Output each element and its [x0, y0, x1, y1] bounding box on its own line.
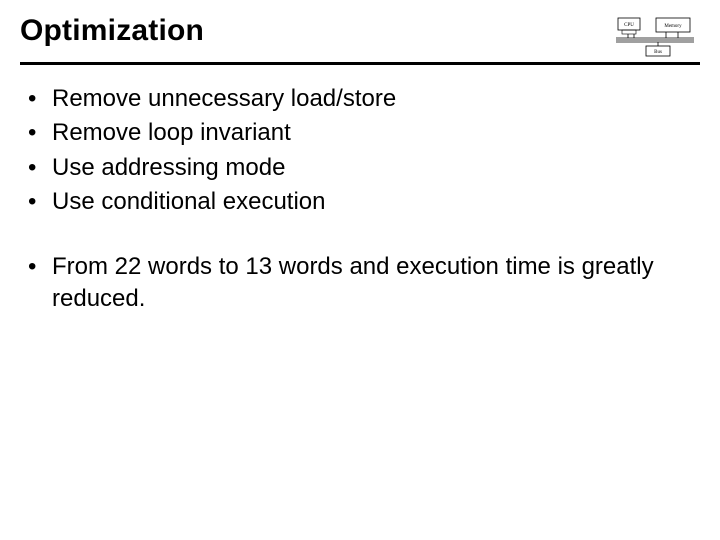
- list-item: Use addressing mode: [26, 152, 700, 184]
- title-row: Optimization CPU Memory Bus: [20, 14, 700, 60]
- spacer: [20, 221, 700, 249]
- bullets-group-1: Remove unnecessary load/store Remove loo…: [20, 83, 700, 219]
- diagram-bus-label: Bus: [654, 50, 662, 55]
- architecture-diagram-icon: CPU Memory Bus: [616, 16, 694, 60]
- list-item: Use conditional execution: [26, 186, 700, 218]
- slide-optimization: Optimization CPU Memory Bus Re: [0, 0, 720, 540]
- diagram-cpu-label: CPU: [624, 23, 634, 28]
- bullets-group-2: From 22 words to 13 words and execution …: [20, 251, 700, 316]
- page-title: Optimization: [20, 14, 204, 56]
- list-item: Remove unnecessary load/store: [26, 83, 700, 115]
- diagram-memory-label: Memory: [664, 24, 682, 29]
- list-item: From 22 words to 13 words and execution …: [26, 251, 700, 316]
- list-item: Remove loop invariant: [26, 117, 700, 149]
- title-divider: [20, 62, 700, 65]
